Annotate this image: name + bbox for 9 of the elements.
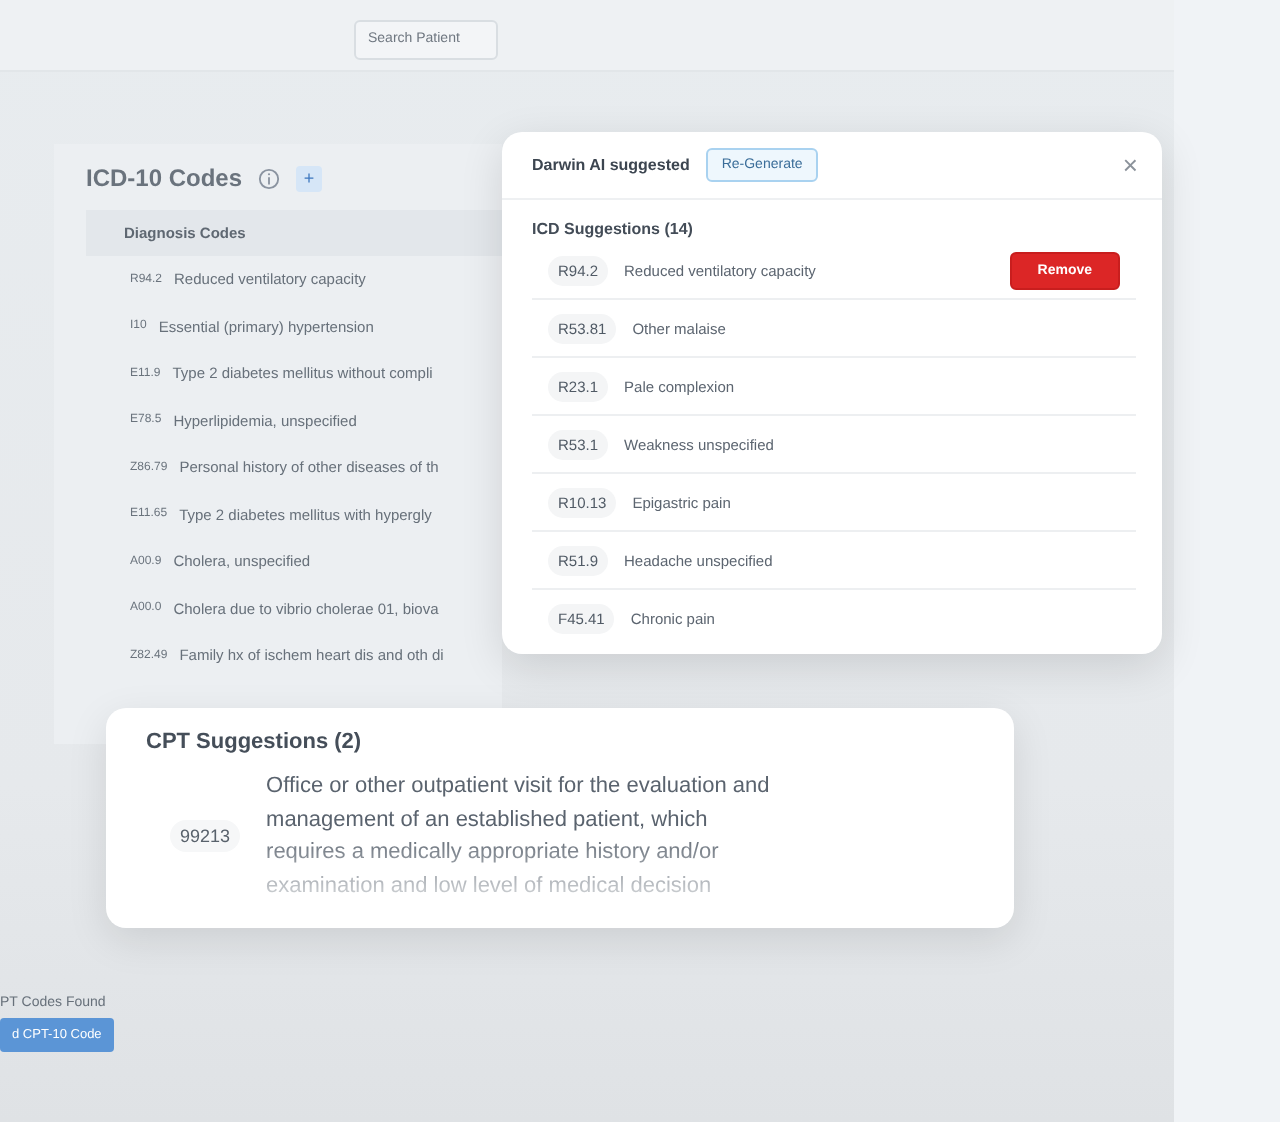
info-icon[interactable]: [258, 167, 281, 189]
card-title: CPT Suggestions (2): [146, 730, 364, 754]
close-button[interactable]: ×: [1118, 152, 1142, 178]
code-chip: 99213: [170, 820, 241, 853]
add-button[interactable]: +: [296, 165, 323, 191]
popup-title: Darwin AI suggested: [532, 156, 690, 174]
panel-title: ICD-10 Codes: [86, 164, 243, 192]
section-title: ICD Suggestions (14): [532, 220, 695, 238]
procedure-description: Office or other outpatient visit for the evaluation and management of an established patient, which requires a medically appropriate history and/or examination and low level of medical decision: [266, 772, 772, 903]
